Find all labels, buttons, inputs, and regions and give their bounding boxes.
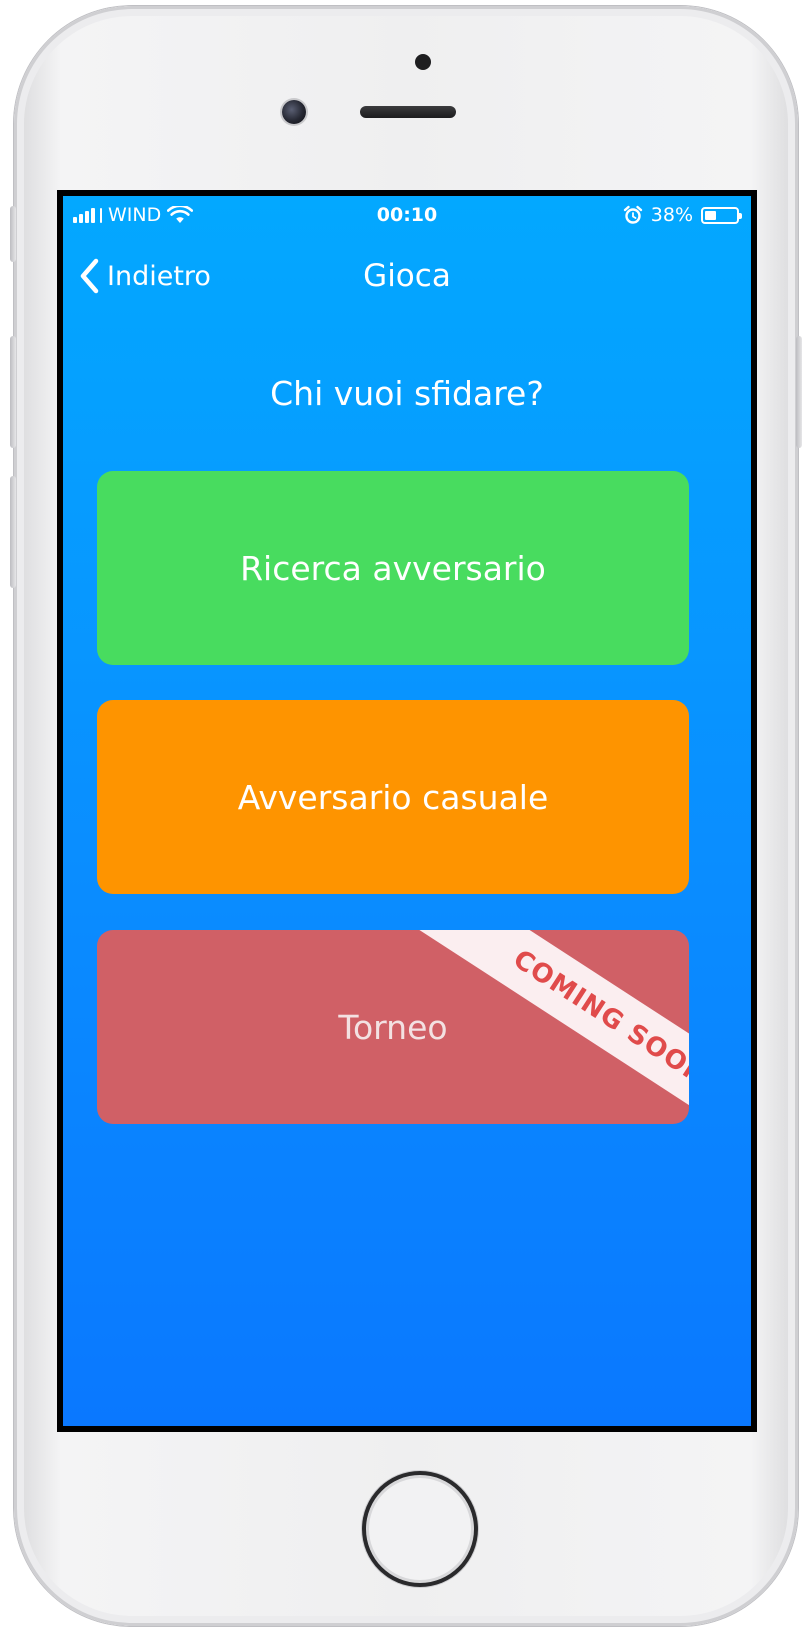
tournament-button[interactable]: Torneo COMING SOON	[97, 930, 689, 1124]
page-title: Gioca	[63, 254, 751, 298]
front-camera-icon	[282, 100, 306, 124]
mute-switch	[10, 206, 16, 262]
battery-icon	[701, 207, 739, 224]
app-display: WIND 00:10 38%	[63, 196, 751, 1426]
volume-down-button	[10, 476, 16, 588]
power-button	[796, 336, 802, 448]
challenge-prompt: Chi vuoi sfidare?	[63, 374, 751, 413]
navigation-bar: Indietro Gioca	[63, 240, 751, 310]
search-opponent-button[interactable]: Ricerca avversario	[97, 471, 689, 665]
alarm-icon	[623, 205, 643, 225]
coming-soon-ribbon: COMING SOON	[418, 930, 689, 1124]
battery-percentage: 38%	[651, 204, 693, 226]
volume-up-button	[10, 336, 16, 448]
phone-screen: WIND 00:10 38%	[57, 190, 757, 1432]
battery-fill	[705, 211, 716, 220]
proximity-sensor	[415, 54, 431, 70]
random-opponent-label: Avversario casuale	[238, 778, 549, 817]
earpiece-speaker	[360, 106, 456, 118]
home-button[interactable]	[362, 1471, 478, 1587]
status-right: 38%	[623, 204, 739, 226]
tournament-label: Torneo	[338, 1008, 447, 1047]
status-bar: WIND 00:10 38%	[63, 196, 751, 232]
search-opponent-label: Ricerca avversario	[240, 549, 546, 588]
random-opponent-button[interactable]: Avversario casuale	[97, 700, 689, 894]
